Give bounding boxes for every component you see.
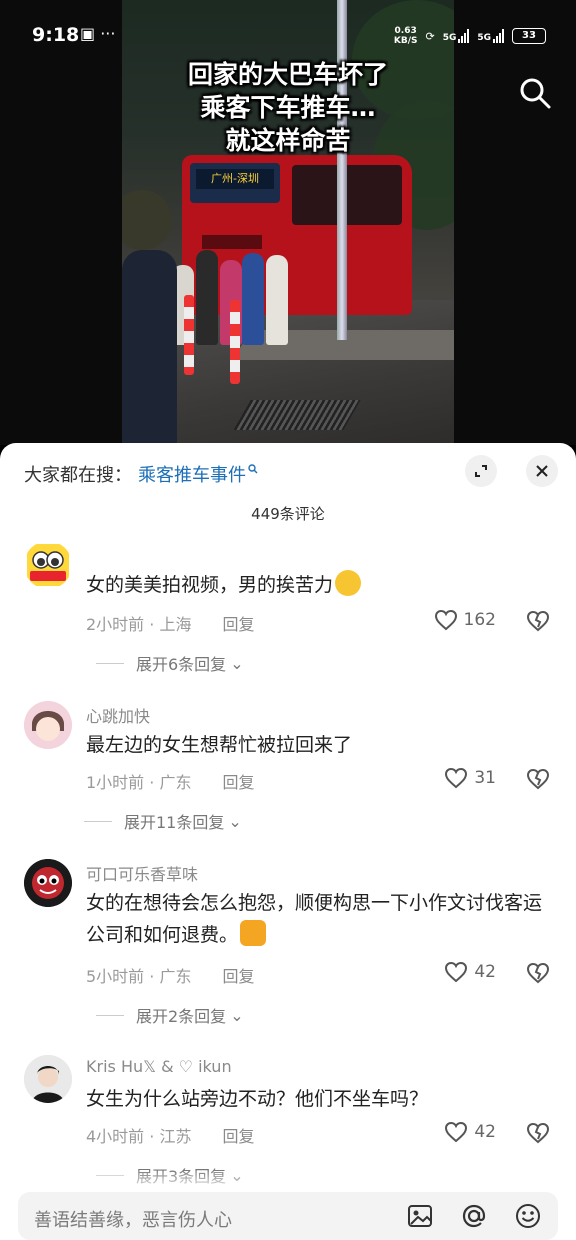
comment-time: 1小时前 · 广东: [86, 773, 192, 792]
comment-meta: 1小时前 · 广东 回复: [86, 769, 255, 793]
comment-meta: 5小时前 · 广东 回复: [86, 963, 255, 987]
like-button[interactable]: 162: [434, 609, 496, 631]
image-icon[interactable]: [406, 1202, 434, 1230]
expand-button[interactable]: [465, 455, 497, 487]
reply-button[interactable]: 回复: [223, 967, 255, 986]
expand-icon: [475, 465, 487, 477]
heart-icon: [445, 961, 468, 983]
reply-button[interactable]: 回复: [223, 1127, 255, 1146]
dislike-icon[interactable]: [526, 1121, 550, 1145]
comment-username[interactable]: Kris Hu𝕏 & ♡ ikun: [86, 1057, 232, 1076]
heart-icon: [445, 1121, 468, 1143]
avatar[interactable]: [24, 1055, 72, 1103]
like-button[interactable]: 31: [444, 767, 496, 789]
network-speed: 0.63 KB/S: [393, 26, 418, 46]
trending-search-link[interactable]: 乘客推车事件: [138, 461, 246, 487]
hotspot-icon: ⟳: [425, 29, 435, 43]
comment-text: 最左边的女生想帮忙被拉回来了: [86, 734, 353, 756]
comment-username[interactable]: 心跳加快: [86, 703, 150, 727]
notification-icons: ▣ ···: [80, 24, 116, 43]
smirk-emoji: [335, 570, 362, 596]
dislike-icon[interactable]: [526, 961, 550, 985]
status-bar: 9:18 ▣ ··· 0.63 KB/S ⟳ 5G 5G 33: [0, 0, 576, 70]
comment-time: 4小时前 · 江苏: [86, 1127, 192, 1146]
like-button[interactable]: 42: [444, 1121, 496, 1143]
status-time: 9:18: [32, 24, 80, 46]
heart-icon: [434, 609, 457, 631]
dislike-icon[interactable]: [526, 609, 550, 633]
dislike-icon[interactable]: [526, 767, 550, 791]
reply-button[interactable]: 回复: [223, 773, 255, 792]
comment-time: 5小时前 · 广东: [86, 967, 192, 986]
avatar[interactable]: [24, 541, 72, 589]
caption-line-3: 就这样命苦: [225, 126, 351, 155]
expand-replies[interactable]: 展开11条回复 ⌄: [84, 809, 242, 833]
comment-text: 女的在想待会怎么抱怨，顺便构思一下小作文讨伐客运公司和如何退费。: [86, 892, 543, 946]
expand-replies[interactable]: 展开2条回复 ⌄: [96, 1003, 244, 1027]
expand-replies-label: 展开6条回复: [136, 655, 227, 674]
like-button[interactable]: 42: [444, 961, 496, 983]
comment-time: 2小时前 · 上海: [86, 615, 192, 634]
search-small-icon: [248, 463, 258, 477]
bus-sign: 广州-深圳: [196, 169, 274, 189]
expand-replies-label: 展开11条回复: [124, 813, 225, 832]
thumbs-up-emoji: [240, 920, 267, 946]
comment-meta: 4小时前 · 江苏 回复: [86, 1123, 255, 1147]
trending-search[interactable]: 大家都在搜： 乘客推车事件: [24, 459, 258, 489]
signal-icon-2: 5G: [477, 29, 504, 43]
expand-replies[interactable]: 展开6条回复 ⌄: [96, 651, 244, 675]
video-caption: 回家的大巴车坏了 乘客下车推车… 就这样命苦: [122, 58, 454, 157]
comment-count: 449条评论: [251, 505, 325, 523]
close-button[interactable]: [526, 455, 558, 487]
emoji-icon[interactable]: [514, 1202, 542, 1230]
chevron-down-icon: ⌄: [228, 811, 242, 831]
signal-icon-1: 5G: [443, 29, 470, 43]
trending-search-label: 大家都在搜：: [24, 465, 132, 486]
comment-username[interactable]: 可口可乐香草味: [86, 861, 198, 885]
avatar[interactable]: [24, 859, 72, 907]
heart-icon: [445, 767, 468, 789]
comment-text: 女生为什么站旁边不动？他们不坐车吗？: [86, 1088, 429, 1110]
expand-replies-label: 展开2条回复: [136, 1007, 227, 1026]
comment-input-placeholder[interactable]: 善语结善缘，恶言伤人心: [34, 1206, 232, 1232]
scroll-fade: [0, 1170, 576, 1192]
reply-button[interactable]: 回复: [223, 615, 255, 634]
comment-text: 女的美美拍视频，男的挨苦力: [86, 569, 552, 601]
comment-sheet: 大家都在搜： 乘客推车事件 449条评论 女的美美拍视频，男的挨苦力 2小时前 …: [0, 443, 576, 1240]
like-count: 162: [463, 610, 496, 630]
avatar[interactable]: [24, 701, 72, 749]
chevron-down-icon: ⌄: [230, 1005, 244, 1025]
at-mention-icon[interactable]: [460, 1202, 488, 1230]
like-count: 42: [474, 1122, 496, 1142]
battery-icon: 33: [512, 28, 546, 44]
like-count: 42: [474, 962, 496, 982]
comment-meta: 2小时前 · 上海 回复: [86, 611, 255, 635]
caption-line-2: 乘客下车推车…: [200, 93, 376, 122]
like-count: 31: [474, 768, 496, 788]
chevron-down-icon: ⌄: [230, 653, 244, 673]
search-icon[interactable]: [518, 76, 552, 110]
comment-input[interactable]: 善语结善缘，恶言伤人心: [18, 1192, 558, 1240]
close-icon: [536, 465, 548, 477]
